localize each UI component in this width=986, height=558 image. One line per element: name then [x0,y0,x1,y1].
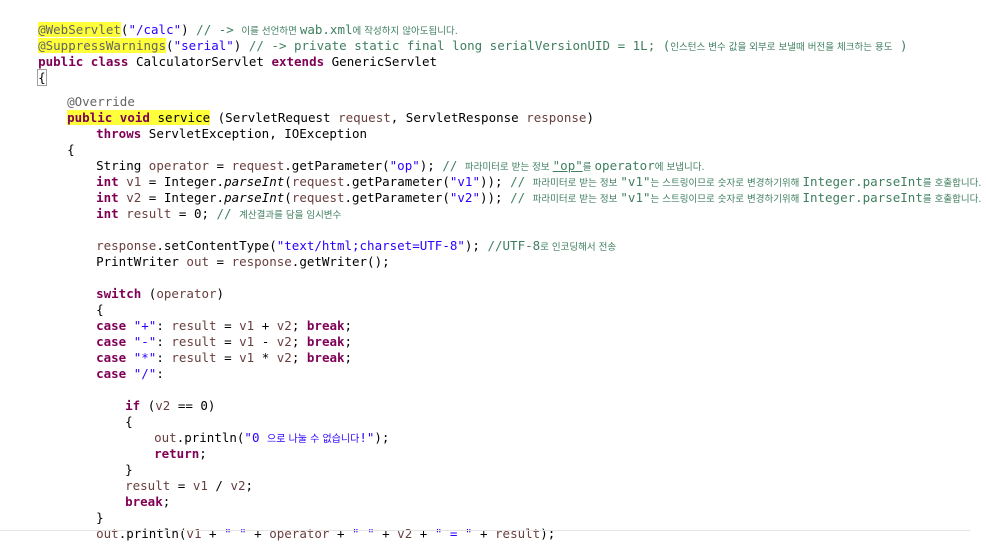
comment: // 파라미터로 받는 정보 "v1"는 스트링이므로 숫자로 변경하기위해 I… [510,190,982,205]
code-line-5: @Override [37,78,135,109]
code-line-11: int v2 = Integer.parseInt(request.getPar… [96,190,982,205]
code-line-23: out.println("0 으로 나눌 수 없습니다!"); [154,430,390,445]
code-line-16: { [96,302,104,317]
code-line-28: } [96,510,104,525]
code-line-14: PrintWriter out = response.getWriter(); [96,254,390,269]
code-line-2: @SuppressWarnings("serial") // -> privat… [38,38,908,53]
code-line-21: if (v2 == 0) [125,398,216,413]
code-line-7: throws ServletException, IOException [96,126,368,141]
code-line-10: int v1 = Integer.parseInt(request.getPar… [96,174,982,189]
code-line-13: response.setContentType("text/html;chars… [96,238,617,253]
code-line-15: switch (operator) [96,286,225,301]
comment: // 계산결과를 담을 임시변수 [216,206,342,221]
string-literal: "0 으로 나눌 수 없습니다!" [244,430,375,445]
code-editor[interactable]: @WebServlet("/calc") // -> 이를 선언하면 wab.x… [0,0,986,541]
editor-gutter [0,0,3,534]
code-line-25: } [125,462,133,477]
code-line-9: String operator = request.getParameter("… [96,158,705,173]
comment: //UTF-8로 인코딩해서 전송 [487,238,617,253]
code-line-12: int result = 0; // 계산결과를 담을 임시변수 [96,206,342,221]
code-line-6: public void service (ServletRequest requ… [67,110,594,125]
code-line-26: result = v1 / v2; [125,478,254,493]
code-line-1: @WebServlet("/calc") // -> 이를 선언하면 wab.x… [38,22,458,37]
code-line-8: { [67,142,75,157]
class-name: CalculatorServlet [128,54,272,69]
code-line-3: public class CalculatorServlet extends G… [38,54,438,69]
code-line-19: case "*": result = v1 * v2; break; [96,350,353,365]
code-line-24: return; [154,446,207,461]
code-line-4: { [8,54,47,86]
code-line-18: case "-": result = v1 - v2; break; [96,334,353,349]
code-line-17: case "+": result = v1 + v2; break; [96,318,353,333]
bottom-divider [0,530,970,531]
code-line-29: out.println(v1 + " " + operator + " " + … [96,526,556,541]
code-line-22: { [125,414,133,429]
code-line-27: break; [125,494,171,509]
code-line-20: case "/": [96,366,164,381]
